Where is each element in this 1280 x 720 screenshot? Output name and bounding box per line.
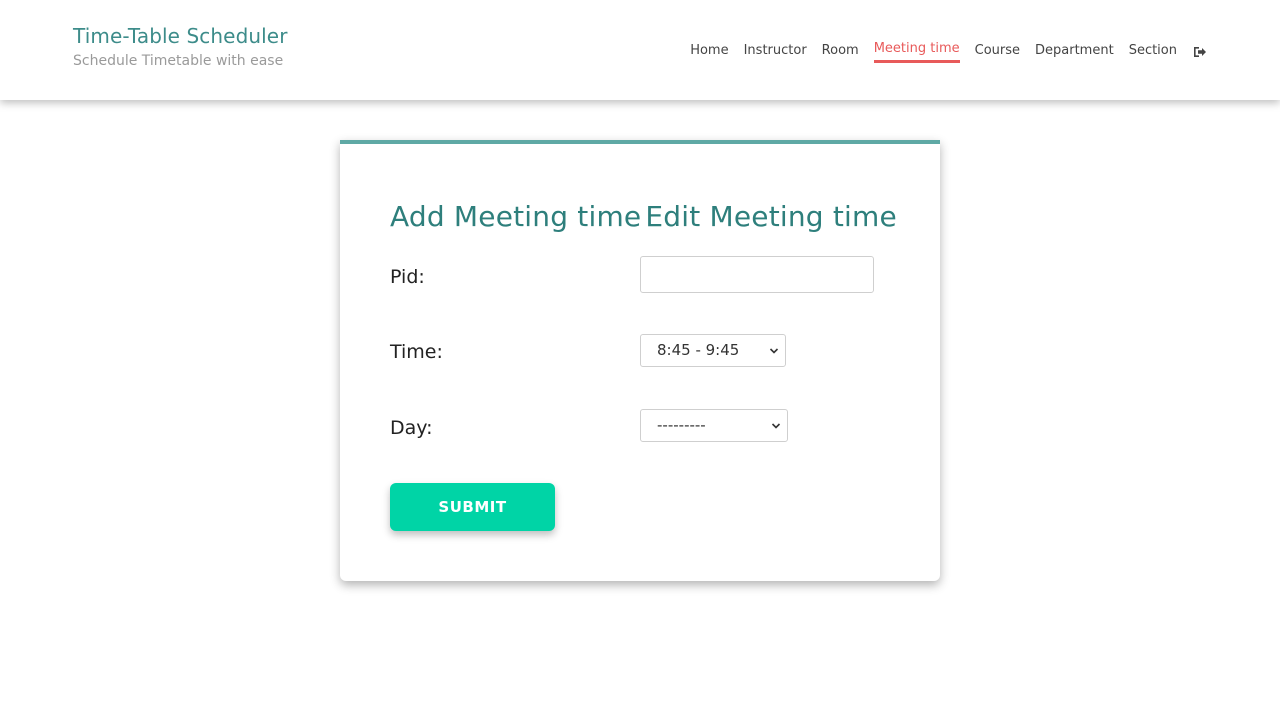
brand-title[interactable]: Time-Table Scheduler: [73, 24, 288, 48]
sign-out-icon[interactable]: [1193, 44, 1207, 58]
nav-section[interactable]: Section: [1129, 41, 1177, 62]
time-select[interactable]: 8:45 - 9:45: [640, 334, 786, 367]
day-select-value: ---------: [657, 416, 706, 434]
chevron-down-icon: [771, 423, 781, 429]
time-select-value: 8:45 - 9:45: [657, 341, 740, 359]
chevron-down-icon: [769, 348, 779, 354]
meeting-time-form-card: Add Meeting time Edit Meeting time Pid: …: [340, 140, 940, 581]
day-select[interactable]: ---------: [640, 409, 788, 442]
form-titles: Add Meeting time Edit Meeting time: [390, 200, 897, 234]
nav-course[interactable]: Course: [975, 41, 1020, 62]
pid-label: Pid:: [390, 266, 425, 288]
nav-meeting-time[interactable]: Meeting time: [873, 39, 960, 63]
main-nav: Home Instructor Room Meeting time Course…: [675, 39, 1207, 63]
pid-input[interactable]: [640, 256, 874, 293]
brand: Time-Table Scheduler Schedule Timetable …: [73, 24, 288, 70]
add-meeting-time-title: Add Meeting time: [390, 200, 642, 233]
nav-instructor[interactable]: Instructor: [744, 41, 807, 62]
site-header: Time-Table Scheduler Schedule Timetable …: [0, 0, 1280, 100]
day-label: Day:: [390, 417, 433, 439]
nav-home[interactable]: Home: [690, 41, 728, 62]
nav-room[interactable]: Room: [822, 41, 859, 62]
time-label: Time:: [390, 341, 443, 363]
edit-meeting-time-title: Edit Meeting time: [645, 200, 897, 233]
nav-department[interactable]: Department: [1035, 41, 1114, 62]
brand-subtitle: Schedule Timetable with ease: [73, 53, 284, 69]
submit-button[interactable]: SUBMIT: [390, 483, 555, 531]
